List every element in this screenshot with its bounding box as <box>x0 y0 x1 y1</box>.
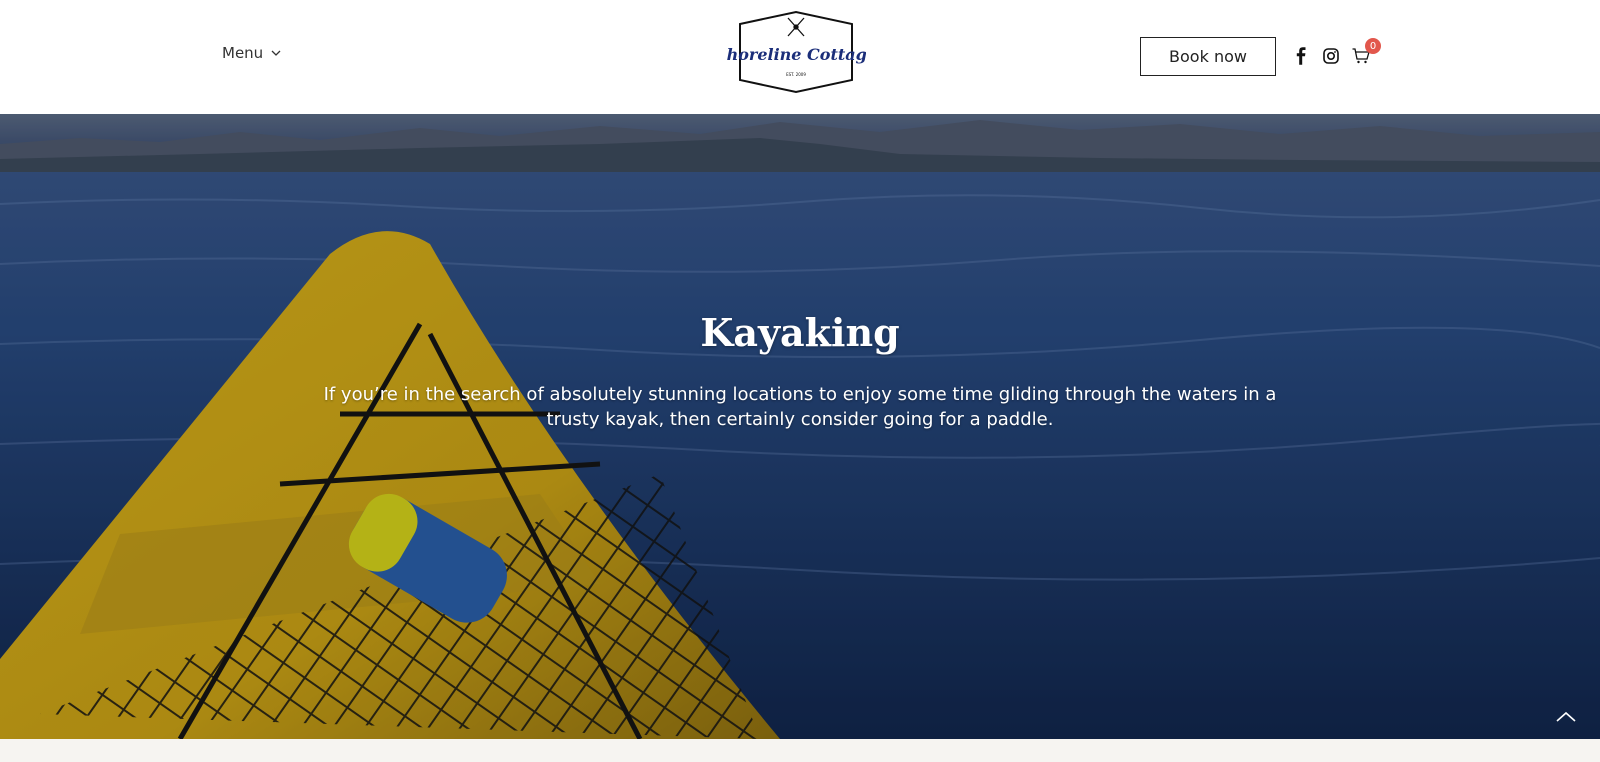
site-header: Menu Shoreline Cottage EST. 2009 Book no… <box>0 0 1600 114</box>
logo-est: EST. 2009 <box>786 72 806 77</box>
facebook-link[interactable] <box>1291 46 1311 66</box>
hero-section: Kayaking If you’re in the search of abso… <box>0 114 1600 739</box>
menu-label: Menu <box>222 44 264 62</box>
page-footer-strip <box>0 739 1600 762</box>
site-logo[interactable]: Shoreline Cottage EST. 2009 <box>726 10 866 94</box>
menu-toggle[interactable]: Menu <box>222 44 281 62</box>
hero-description: If you’re in the search of absolutely st… <box>323 384 1277 430</box>
cart-count-badge: 0 <box>1365 38 1381 54</box>
chevron-up-icon[interactable] <box>1554 708 1578 726</box>
facebook-icon <box>1296 47 1306 65</box>
chevron-down-icon <box>271 50 281 56</box>
instagram-icon <box>1323 48 1339 64</box>
book-now-button[interactable]: Book now <box>1140 37 1276 76</box>
hero-title: Kayaking <box>700 310 900 355</box>
instagram-link[interactable] <box>1321 46 1341 66</box>
logo-name: Shoreline Cottage <box>726 45 866 64</box>
